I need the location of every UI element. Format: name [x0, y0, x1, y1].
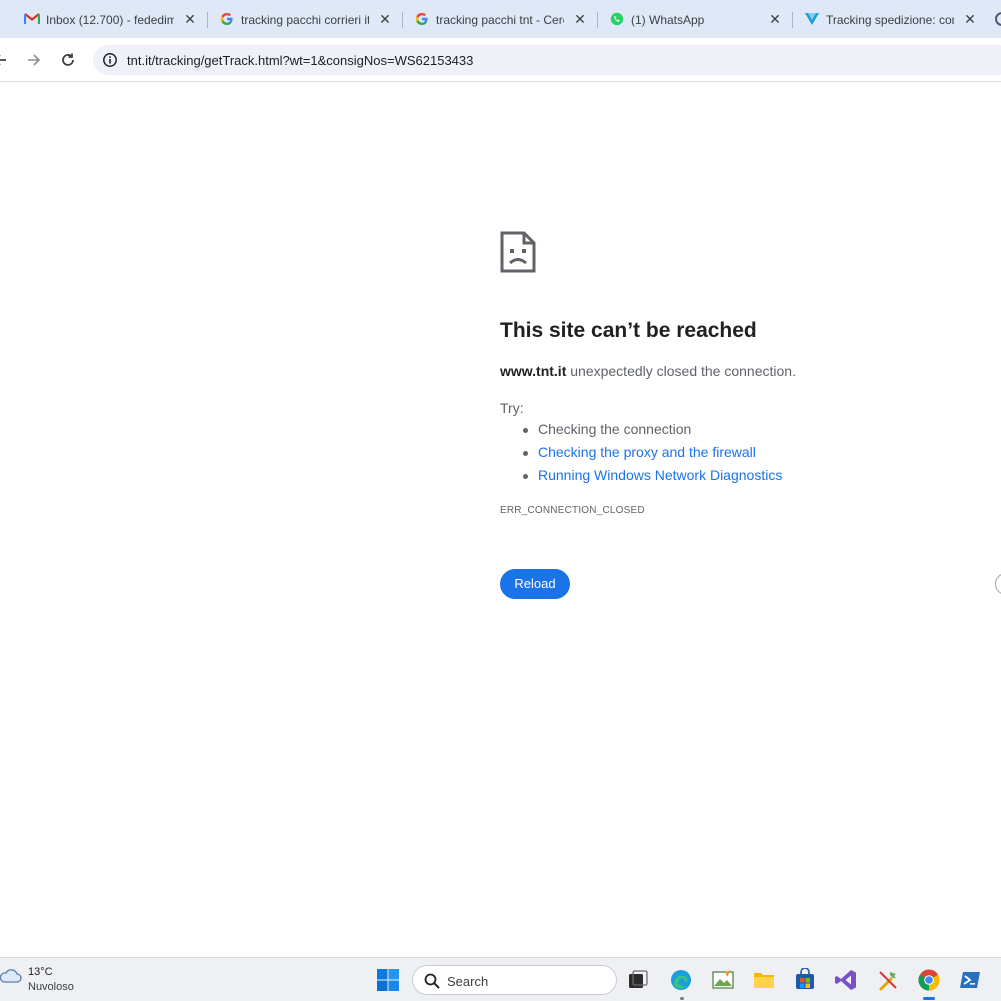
close-icon[interactable]: ✕: [767, 11, 783, 27]
windows-taskbar: 13°C Nuvoloso Search: [0, 957, 1001, 1001]
browser-toolbar: tnt.it/tracking/getTrack.html?wt=1&consi…: [0, 38, 1001, 82]
search-icon: [424, 973, 440, 989]
tab-title: Tracking spedizione: cont: [826, 13, 954, 27]
edge-icon[interactable]: [669, 968, 693, 992]
close-icon[interactable]: ✕: [377, 11, 393, 27]
whatsapp-icon: [609, 11, 625, 27]
tab-gmail[interactable]: Inbox (12.700) - fededim ✕: [22, 6, 200, 34]
chrome-icon[interactable]: [917, 968, 941, 992]
side-panel-button[interactable]: [995, 573, 1001, 595]
tab-google-search-1[interactable]: tracking pacchi corrieri ita ✕: [217, 6, 395, 34]
tab-divider: [792, 12, 793, 28]
tab-strip: Inbox (12.700) - fededim ✕ tracking pacc…: [0, 0, 1001, 38]
close-icon[interactable]: ✕: [572, 11, 588, 27]
store-icon[interactable]: [793, 968, 817, 992]
url-text[interactable]: tnt.it/tracking/getTrack.html?wt=1&consi…: [127, 53, 473, 68]
forward-button[interactable]: [24, 50, 44, 70]
tracking-site-icon: [804, 11, 820, 27]
tab-divider: [207, 12, 208, 28]
tab-divider: [597, 12, 598, 28]
tab-title: Inbox (12.700) - fededim: [46, 13, 174, 27]
gmail-icon: [24, 11, 40, 27]
tab-google-search-2[interactable]: tracking pacchi tnt - Cerca ✕: [412, 6, 590, 34]
close-icon[interactable]: ✕: [962, 11, 978, 27]
tab-tracking[interactable]: Tracking spedizione: cont ✕: [802, 6, 980, 34]
tools-icon[interactable]: [876, 968, 900, 992]
visual-studio-icon[interactable]: [834, 968, 858, 992]
active-app-indicator: [923, 997, 935, 1000]
error-title: This site can’t be reached: [500, 319, 757, 342]
image-editor-icon[interactable]: [711, 968, 735, 992]
weather-temperature[interactable]: 13°C: [28, 966, 53, 978]
taskbar-search[interactable]: Search: [412, 965, 617, 995]
error-page: This site can’t be reached www.tnt.it un…: [0, 83, 1001, 957]
windows-start-icon[interactable]: [376, 968, 400, 992]
search-placeholder: Search: [447, 974, 489, 989]
suggestion-network-diagnostics-link[interactable]: Running Windows Network Diagnostics: [522, 467, 782, 483]
suggestion-proxy-firewall-link[interactable]: Checking the proxy and the firewall: [523, 444, 756, 460]
close-icon[interactable]: ✕: [182, 11, 198, 27]
sad-page-icon: [500, 231, 536, 273]
address-bar[interactable]: tnt.it/tracking/getTrack.html?wt=1&consi…: [93, 45, 1001, 75]
error-description: www.tnt.it unexpectedly closed the conne…: [500, 363, 796, 379]
try-label: Try:: [500, 400, 524, 416]
reload-nav-button[interactable]: [58, 50, 78, 70]
task-view-icon[interactable]: [626, 968, 650, 992]
error-host: www.tnt.it: [500, 363, 567, 379]
tab-whatsapp[interactable]: (1) WhatsApp ✕: [607, 6, 785, 34]
google-icon: [414, 11, 430, 27]
app-running-indicator: [680, 997, 684, 1000]
google-icon: [219, 11, 235, 27]
powershell-icon[interactable]: [958, 968, 982, 992]
reload-button[interactable]: Reload: [500, 569, 570, 599]
error-code: ERR_CONNECTION_CLOSED: [500, 505, 645, 516]
tab-partial-icon[interactable]: [995, 12, 1001, 26]
tab-divider: [402, 12, 403, 28]
error-description-text: unexpectedly closed the connection.: [566, 363, 796, 379]
file-explorer-icon[interactable]: [752, 968, 776, 992]
weather-condition[interactable]: Nuvoloso: [28, 981, 74, 993]
tab-title: (1) WhatsApp: [631, 13, 705, 27]
back-button[interactable]: [0, 50, 10, 70]
tab-title: tracking pacchi tnt - Cerca: [436, 13, 564, 27]
site-info-icon[interactable]: [102, 52, 118, 68]
cloud-icon: [0, 969, 22, 983]
suggestion-check-connection: Checking the connection: [522, 421, 692, 437]
tab-title: tracking pacchi corrieri ita: [241, 13, 369, 27]
